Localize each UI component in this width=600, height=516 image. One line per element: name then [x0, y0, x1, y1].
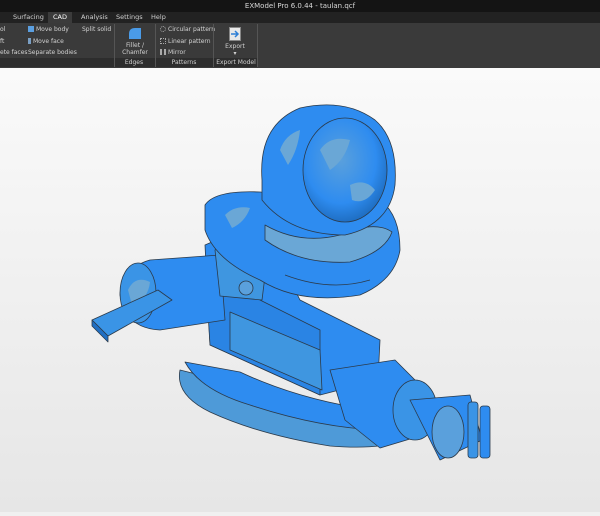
circular-pattern-button[interactable]: Circular pattern [160, 26, 215, 34]
move-face-icon [28, 38, 31, 44]
circular-pattern-icon [160, 26, 166, 32]
tab-cad[interactable]: CAD [48, 12, 72, 23]
ribbon-separator [213, 24, 214, 67]
group-label-export: Export Model [216, 59, 256, 66]
mirror-button[interactable]: Mirror [160, 49, 186, 57]
window-title: EXModel Pro 6.0.44 - taulan.qcf [244, 2, 356, 10]
3d-viewport[interactable] [0, 68, 600, 512]
tab-settings[interactable]: Settings [111, 12, 148, 23]
move-face-button[interactable]: Move face [28, 38, 64, 46]
tab-help[interactable]: Help [146, 12, 171, 23]
export-button[interactable]: Export ▾ [220, 27, 250, 57]
fillet-chamfer-button[interactable]: Fillet / Chamfer [118, 27, 152, 56]
ribbon-partial-3[interactable]: ete faces [0, 49, 28, 57]
linear-pattern-button[interactable]: Linear pattern [160, 38, 211, 46]
mirror-icon [160, 49, 166, 55]
ribbon-partial-2[interactable]: ft [0, 38, 4, 46]
ribbon-separator [155, 24, 156, 67]
3d-model [91, 104, 491, 461]
move-body-button[interactable]: Move body [28, 26, 69, 34]
linear-pattern-icon [160, 38, 166, 44]
split-solid-button[interactable]: Split solid [82, 26, 111, 34]
tab-surfacing[interactable]: Surfacing [8, 12, 49, 23]
export-dropdown-icon[interactable]: ▾ [233, 50, 236, 57]
ribbon-partial-1[interactable]: ol [0, 26, 5, 34]
group-label-edges: Edges [124, 59, 144, 66]
ribbon-group-labels: Edges Patterns Export Model [0, 58, 258, 67]
move-body-icon [28, 26, 34, 32]
tab-analysis[interactable]: Analysis [76, 12, 113, 23]
ribbon-separator [257, 24, 258, 67]
title-bar: EXModel Pro 6.0.44 - taulan.qcf [0, 0, 600, 12]
export-icon [229, 27, 241, 41]
fillet-chamfer-icon [129, 28, 141, 39]
separate-bodies-button[interactable]: Separate bodies [28, 49, 77, 57]
group-label-patterns: Patterns [171, 59, 197, 66]
ribbon-separator [114, 24, 115, 67]
